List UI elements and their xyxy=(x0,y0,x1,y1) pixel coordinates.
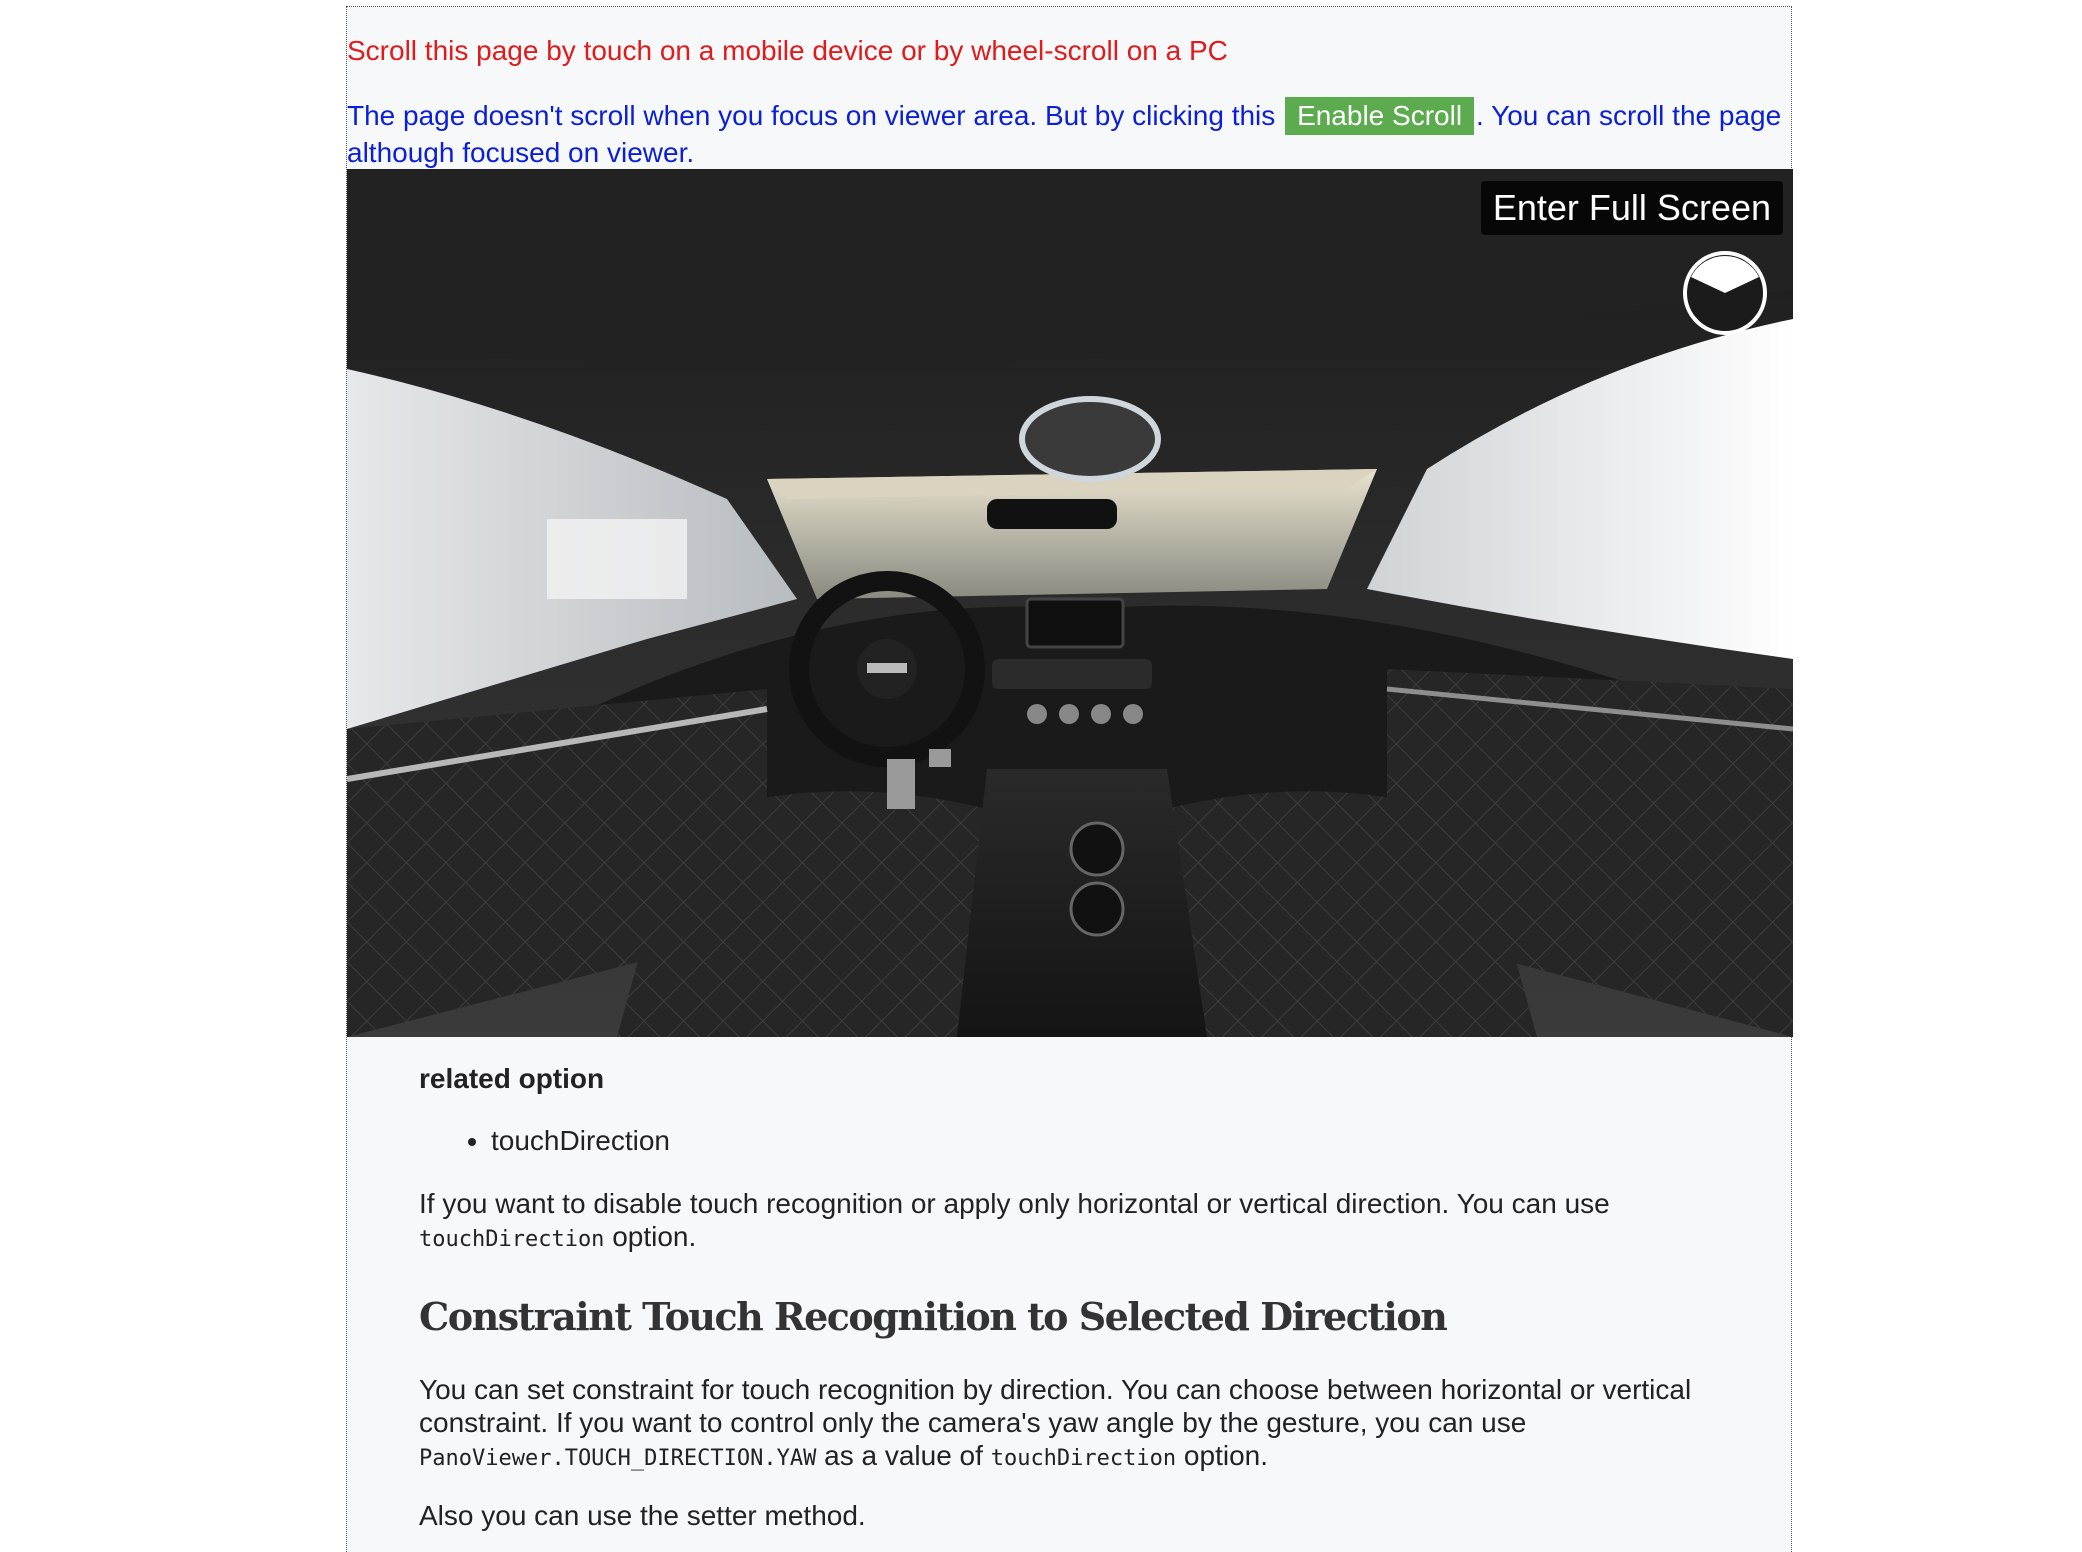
documentation-section: related option touchDirection If you wan… xyxy=(419,1063,1719,1532)
focus-hint-before: The page doesn't scroll when you focus o… xyxy=(347,100,1276,131)
paragraph-text: If you want to disable touch recognition… xyxy=(419,1188,1610,1219)
related-option-list: touchDirection xyxy=(419,1125,1719,1157)
list-item: touchDirection xyxy=(491,1125,1719,1157)
paragraph-text: You can set constraint for touch recogni… xyxy=(419,1374,1692,1438)
paragraph-text: option. xyxy=(604,1221,697,1252)
pie-control-icon[interactable] xyxy=(1681,249,1769,337)
scroll-hint-text: Scroll this page by touch on a mobile de… xyxy=(347,35,1228,66)
car-interior-panorama xyxy=(347,169,1793,1037)
enable-scroll-button[interactable]: Enable Scroll xyxy=(1285,97,1475,135)
focus-hint-text: The page doesn't scroll when you focus o… xyxy=(347,97,1787,171)
touch-direction-paragraph: If you want to disable touch recognition… xyxy=(419,1187,1719,1256)
inline-code: PanoViewer.TOUCH_DIRECTION.YAW xyxy=(419,1446,817,1471)
related-option-heading: related option xyxy=(419,1063,605,1094)
inline-code: touchDirection xyxy=(419,1227,605,1252)
inline-code: touchDirection xyxy=(990,1446,1177,1471)
demo-container: Scroll this page by touch on a mobile de… xyxy=(346,6,1793,1552)
paragraph-text: option. xyxy=(1176,1440,1268,1471)
constraint-paragraph: You can set constraint for touch recogni… xyxy=(419,1373,1719,1475)
pano-viewer[interactable]: Enter Full Screen xyxy=(347,169,1793,1037)
enter-fullscreen-button[interactable]: Enter Full Screen xyxy=(1480,181,1783,235)
paragraph-text: as a value of xyxy=(816,1440,991,1471)
section-title: Constraint Touch Recognition to Selected… xyxy=(419,1294,1448,1339)
setter-paragraph: Also you can use the setter method. xyxy=(419,1500,866,1531)
